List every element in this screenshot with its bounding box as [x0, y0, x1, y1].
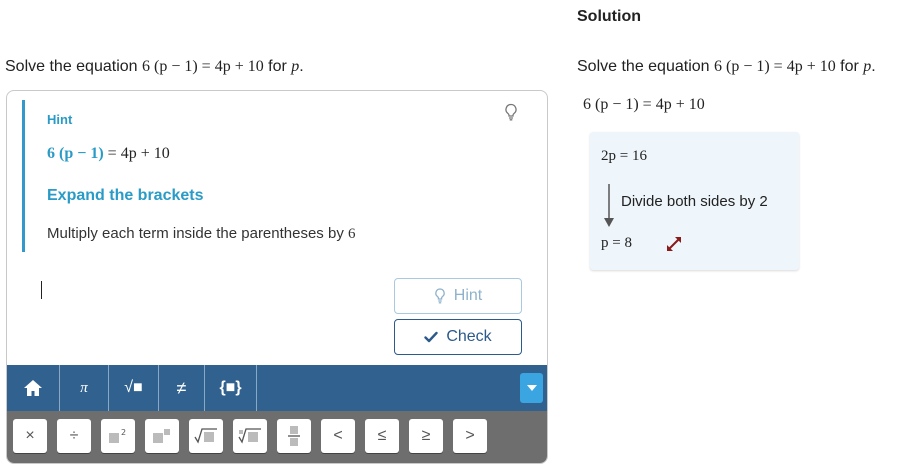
- question-text: Solve the equation 6 (p − 1) = 4p + 10 f…: [5, 58, 304, 76]
- keyboard-keys: × ÷ 2 < ≤ ≥ >: [7, 411, 547, 463]
- lightbulb-icon: [435, 288, 445, 304]
- hint-accent-bar: [22, 100, 25, 252]
- key-greater-than[interactable]: >: [453, 419, 487, 453]
- question-equation: 6 (p − 1) = 4p + 10: [142, 58, 264, 75]
- hint-heading: Expand the brackets: [47, 187, 204, 204]
- solution-equation: 6 (p − 1) = 4p + 10: [583, 96, 705, 113]
- question-middle: for: [263, 58, 292, 75]
- hint-title: Hint: [47, 112, 73, 127]
- home-icon: [24, 380, 42, 396]
- tab-sets[interactable]: {■}: [205, 365, 257, 411]
- hint-button-label: Hint: [453, 287, 483, 304]
- key-less-than[interactable]: <: [321, 419, 355, 453]
- hint-text-number: 6: [348, 226, 356, 242]
- check-button[interactable]: Check: [394, 319, 522, 355]
- arrow-down-icon: [604, 184, 614, 227]
- solution-step-card: 2p = 16 Divide both sides by 2 p = 8: [590, 132, 799, 270]
- question-suffix: .: [299, 58, 304, 75]
- answer-input[interactable]: [29, 275, 329, 305]
- key-nth-root[interactable]: [233, 419, 267, 453]
- lightbulb-icon[interactable]: [503, 103, 519, 121]
- home-tab[interactable]: [7, 365, 59, 411]
- keyboard-dropdown[interactable]: [520, 373, 543, 403]
- svg-text:2: 2: [121, 428, 126, 437]
- hint-text: Multiply each term inside the parenthese…: [47, 225, 356, 243]
- power-icon: [153, 429, 170, 443]
- chevron-down-icon: [526, 385, 537, 391]
- hint-equation-highlight: 6 (p − 1): [47, 145, 104, 162]
- keyboard-toolbar: π √■ ≠ {■}: [7, 365, 547, 411]
- key-power[interactable]: [145, 419, 179, 453]
- question-prefix: Solve the equation: [5, 58, 142, 75]
- solution-question-suffix: .: [871, 58, 876, 75]
- solution-question-prefix: Solve the equation: [577, 58, 714, 75]
- solution-title: Solution: [577, 8, 641, 25]
- expand-icon[interactable]: [664, 234, 684, 254]
- square-power-icon: 2: [109, 428, 126, 443]
- key-less-equal[interactable]: ≤: [365, 419, 399, 453]
- nth-root-icon: [238, 428, 261, 444]
- step-from-equation: 2p = 16: [601, 148, 647, 164]
- solution-question: Solve the equation 6 (p − 1) = 4p + 10 f…: [577, 58, 876, 76]
- solution-question-middle: for: [835, 58, 864, 75]
- tab-roots[interactable]: √■: [109, 365, 159, 411]
- hint-equation-rest: = 4p + 10: [103, 145, 170, 162]
- tab-pi[interactable]: π: [59, 365, 109, 411]
- tab-relations[interactable]: ≠: [159, 365, 205, 411]
- square-root-icon: [194, 428, 217, 444]
- key-greater-equal[interactable]: ≥: [409, 419, 443, 453]
- key-square[interactable]: 2: [101, 419, 135, 453]
- text-caret: [41, 281, 42, 299]
- key-times[interactable]: ×: [13, 419, 47, 453]
- key-sqrt[interactable]: [189, 419, 223, 453]
- hint-text-body: Multiply each term inside the parenthese…: [47, 225, 348, 242]
- hint-equation: 6 (p − 1) = 4p + 10: [47, 145, 170, 163]
- step-to-equation: p = 8: [601, 235, 632, 251]
- key-divide[interactable]: ÷: [57, 419, 91, 453]
- fraction-icon: [288, 426, 300, 446]
- checkmark-icon: [424, 331, 439, 343]
- solution-question-equation: 6 (p − 1) = 4p + 10: [714, 58, 836, 75]
- hint-panel: Hint 6 (p − 1) = 4p + 10 Expand the brac…: [6, 90, 548, 464]
- step-description: Divide both sides by 2: [621, 193, 768, 210]
- check-button-label: Check: [446, 328, 492, 345]
- key-fraction[interactable]: [277, 419, 311, 453]
- hint-button[interactable]: Hint: [394, 278, 522, 314]
